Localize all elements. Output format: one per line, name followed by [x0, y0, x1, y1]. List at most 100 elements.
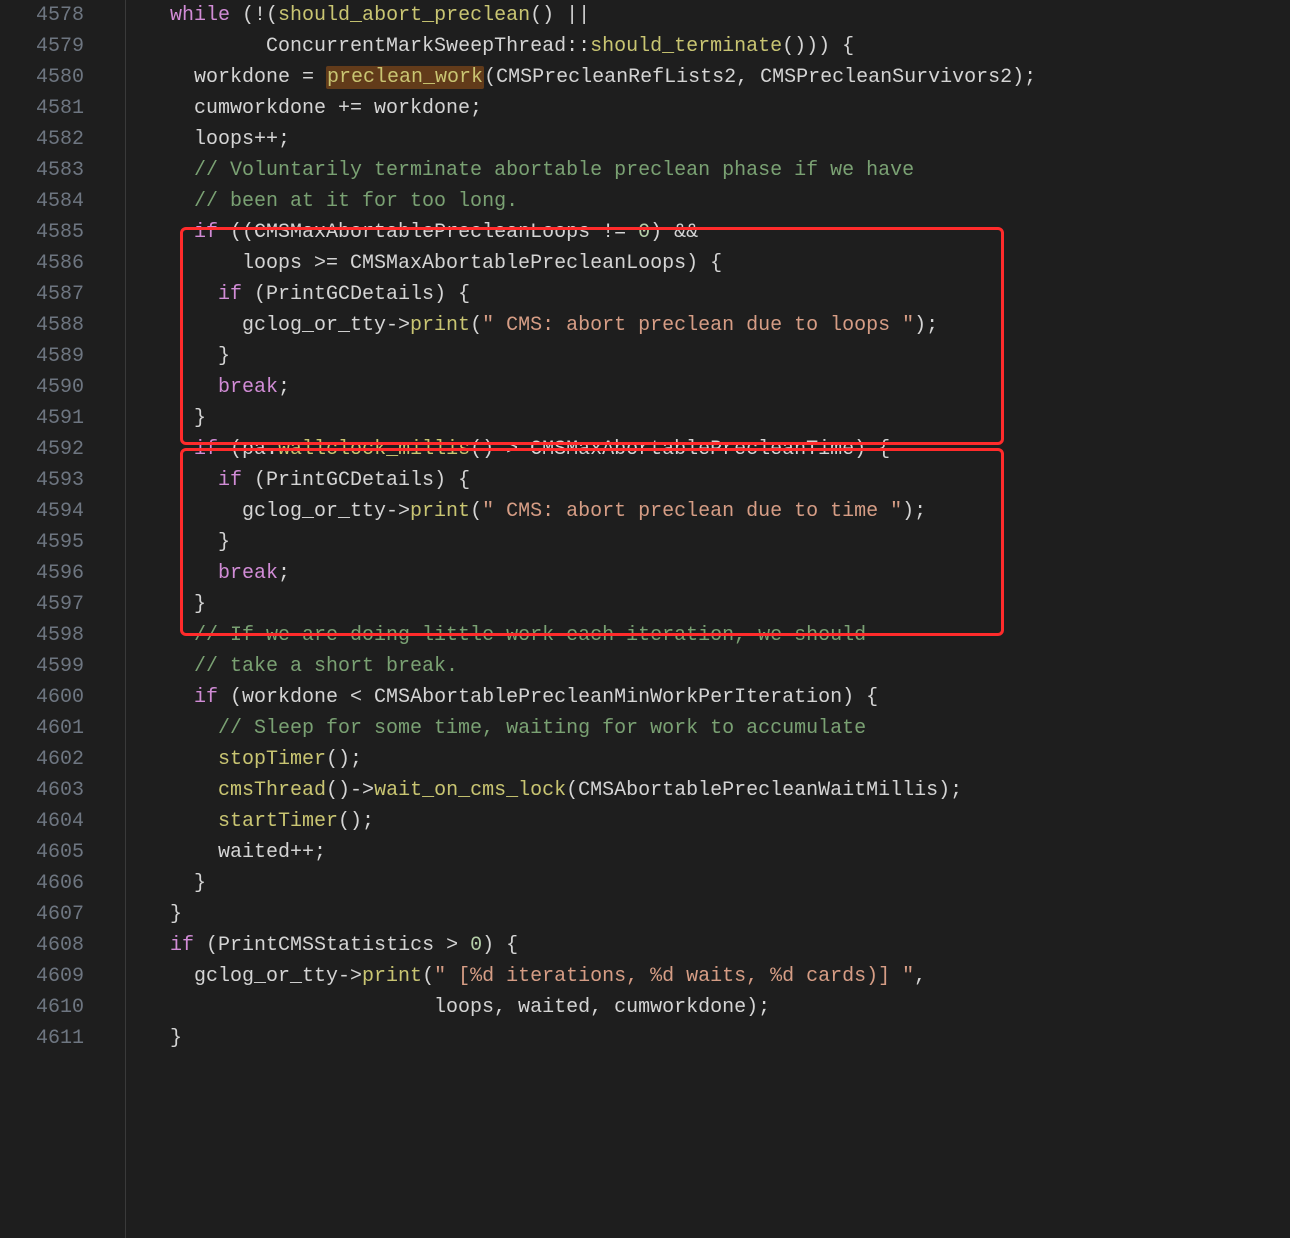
code-line[interactable]: while (!(should_abort_preclean() || [146, 0, 1036, 31]
code-line[interactable]: if (PrintGCDetails) { [146, 465, 1036, 496]
code-token: } [146, 903, 182, 926]
code-line[interactable]: // take a short break. [146, 651, 1036, 682]
code-token [146, 810, 218, 833]
code-token [146, 717, 218, 740]
code-token: if [218, 469, 242, 492]
line-number: 4609 [10, 961, 84, 992]
line-number: 4583 [10, 155, 84, 186]
code-token [146, 438, 194, 461]
line-number: 4589 [10, 341, 84, 372]
line-number: 4578 [10, 0, 84, 31]
code-token: ; [278, 376, 290, 399]
code-line[interactable]: } [146, 589, 1036, 620]
code-token: ( [422, 965, 434, 988]
code-token: :: [566, 35, 590, 58]
code-line[interactable]: } [146, 899, 1036, 930]
code-token: should_terminate [590, 35, 782, 58]
code-line[interactable]: loops >= CMSMaxAbortablePrecleanLoops) { [146, 248, 1036, 279]
code-token: " CMS: abort preclean due to time " [482, 500, 902, 523]
code-line[interactable]: if (PrintGCDetails) { [146, 279, 1036, 310]
code-token: } [146, 531, 230, 554]
code-line[interactable]: cmsThread()->wait_on_cms_lock(CMSAbortab… [146, 775, 1036, 806]
code-token: wait_on_cms_lock [374, 779, 566, 802]
code-line[interactable]: cumworkdone += workdone; [146, 93, 1036, 124]
code-token: (PrintGCDetails) { [242, 469, 470, 492]
line-number: 4587 [10, 279, 84, 310]
code-token: 0 [638, 221, 650, 244]
code-token: stopTimer [218, 748, 326, 771]
code-token: } [146, 345, 230, 368]
code-token: ( [470, 500, 482, 523]
code-token: cumworkdone += workdone; [146, 97, 482, 120]
code-line[interactable]: stopTimer(); [146, 744, 1036, 775]
line-number: 4600 [10, 682, 84, 713]
code-line[interactable]: gclog_or_tty->print(" CMS: abort preclea… [146, 496, 1036, 527]
code-line[interactable]: break; [146, 372, 1036, 403]
code-token: (PrintCMSStatistics > [194, 934, 470, 957]
code-editor[interactable]: 4578457945804581458245834584458545864587… [0, 0, 1290, 1238]
code-line[interactable]: } [146, 868, 1036, 899]
code-line[interactable]: if ((CMSMaxAbortablePrecleanLoops != 0) … [146, 217, 1036, 248]
code-token: } [146, 872, 206, 895]
code-token: (workdone < CMSAbortablePrecleanMinWorkP… [218, 686, 878, 709]
code-line[interactable]: break; [146, 558, 1036, 589]
code-line[interactable]: } [146, 1023, 1036, 1054]
line-number: 4597 [10, 589, 84, 620]
code-line[interactable]: } [146, 403, 1036, 434]
code-token: if [194, 686, 218, 709]
code-line[interactable]: if (workdone < CMSAbortablePrecleanMinWo… [146, 682, 1036, 713]
code-line[interactable]: ConcurrentMarkSweepThread::should_termin… [146, 31, 1036, 62]
code-token: // Sleep for some time, waiting for work… [218, 717, 866, 740]
code-token: (); [326, 748, 362, 771]
code-line[interactable]: waited++; [146, 837, 1036, 868]
code-token: // take a short break. [194, 655, 458, 678]
code-line[interactable]: } [146, 527, 1036, 558]
code-line[interactable]: if (PrintCMSStatistics > 0) { [146, 930, 1036, 961]
code-token: startTimer [218, 810, 338, 833]
line-number: 4580 [10, 62, 84, 93]
code-line[interactable]: loops, waited, cumworkdone); [146, 992, 1036, 1023]
code-token [146, 934, 170, 957]
code-line[interactable]: // Voluntarily terminate abortable precl… [146, 155, 1036, 186]
line-number: 4593 [10, 465, 84, 496]
code-token: if [194, 438, 218, 461]
code-line[interactable]: startTimer(); [146, 806, 1036, 837]
code-token: waited++; [146, 841, 326, 864]
code-line[interactable]: workdone = preclean_work(CMSPrecleanRefL… [146, 62, 1036, 93]
code-line[interactable]: // Sleep for some time, waiting for work… [146, 713, 1036, 744]
code-line[interactable]: // been at it for too long. [146, 186, 1036, 217]
code-token: 0 [470, 934, 482, 957]
code-token [146, 655, 194, 678]
code-token: (!( [230, 4, 278, 27]
code-token: should_abort_preclean [278, 4, 530, 27]
code-token [146, 4, 170, 27]
code-token: break [218, 562, 278, 585]
code-token: loops >= CMSMaxAbortablePrecleanLoops) { [146, 252, 722, 275]
line-number: 4579 [10, 31, 84, 62]
line-number: 4611 [10, 1023, 84, 1054]
line-number: 4596 [10, 558, 84, 589]
line-number: 4606 [10, 868, 84, 899]
code-token: } [146, 593, 206, 616]
code-token [146, 748, 218, 771]
code-token [146, 221, 194, 244]
code-token: ); [914, 314, 938, 337]
code-line[interactable]: gclog_or_tty->print(" [%d iterations, %d… [146, 961, 1036, 992]
code-line[interactable]: gclog_or_tty->print(" CMS: abort preclea… [146, 310, 1036, 341]
code-token: if [170, 934, 194, 957]
code-token: gclog_or_tty-> [146, 314, 410, 337]
code-token: gclog_or_tty-> [146, 500, 410, 523]
code-token: cmsThread [218, 779, 326, 802]
line-number: 4595 [10, 527, 84, 558]
line-number: 4591 [10, 403, 84, 434]
line-number: 4604 [10, 806, 84, 837]
line-number: 4599 [10, 651, 84, 682]
code-token [146, 159, 194, 182]
code-token: " [%d iterations, %d waits, %d cards)] " [434, 965, 914, 988]
code-line[interactable]: // If we are doing little work each iter… [146, 620, 1036, 651]
code-line[interactable]: if (pa.wallclock_millis() > CMSMaxAborta… [146, 434, 1036, 465]
code-line[interactable]: loops++; [146, 124, 1036, 155]
code-line[interactable]: } [146, 341, 1036, 372]
code-token: } [146, 407, 206, 430]
code-area[interactable]: while (!(should_abort_preclean() || Conc… [126, 0, 1036, 1238]
